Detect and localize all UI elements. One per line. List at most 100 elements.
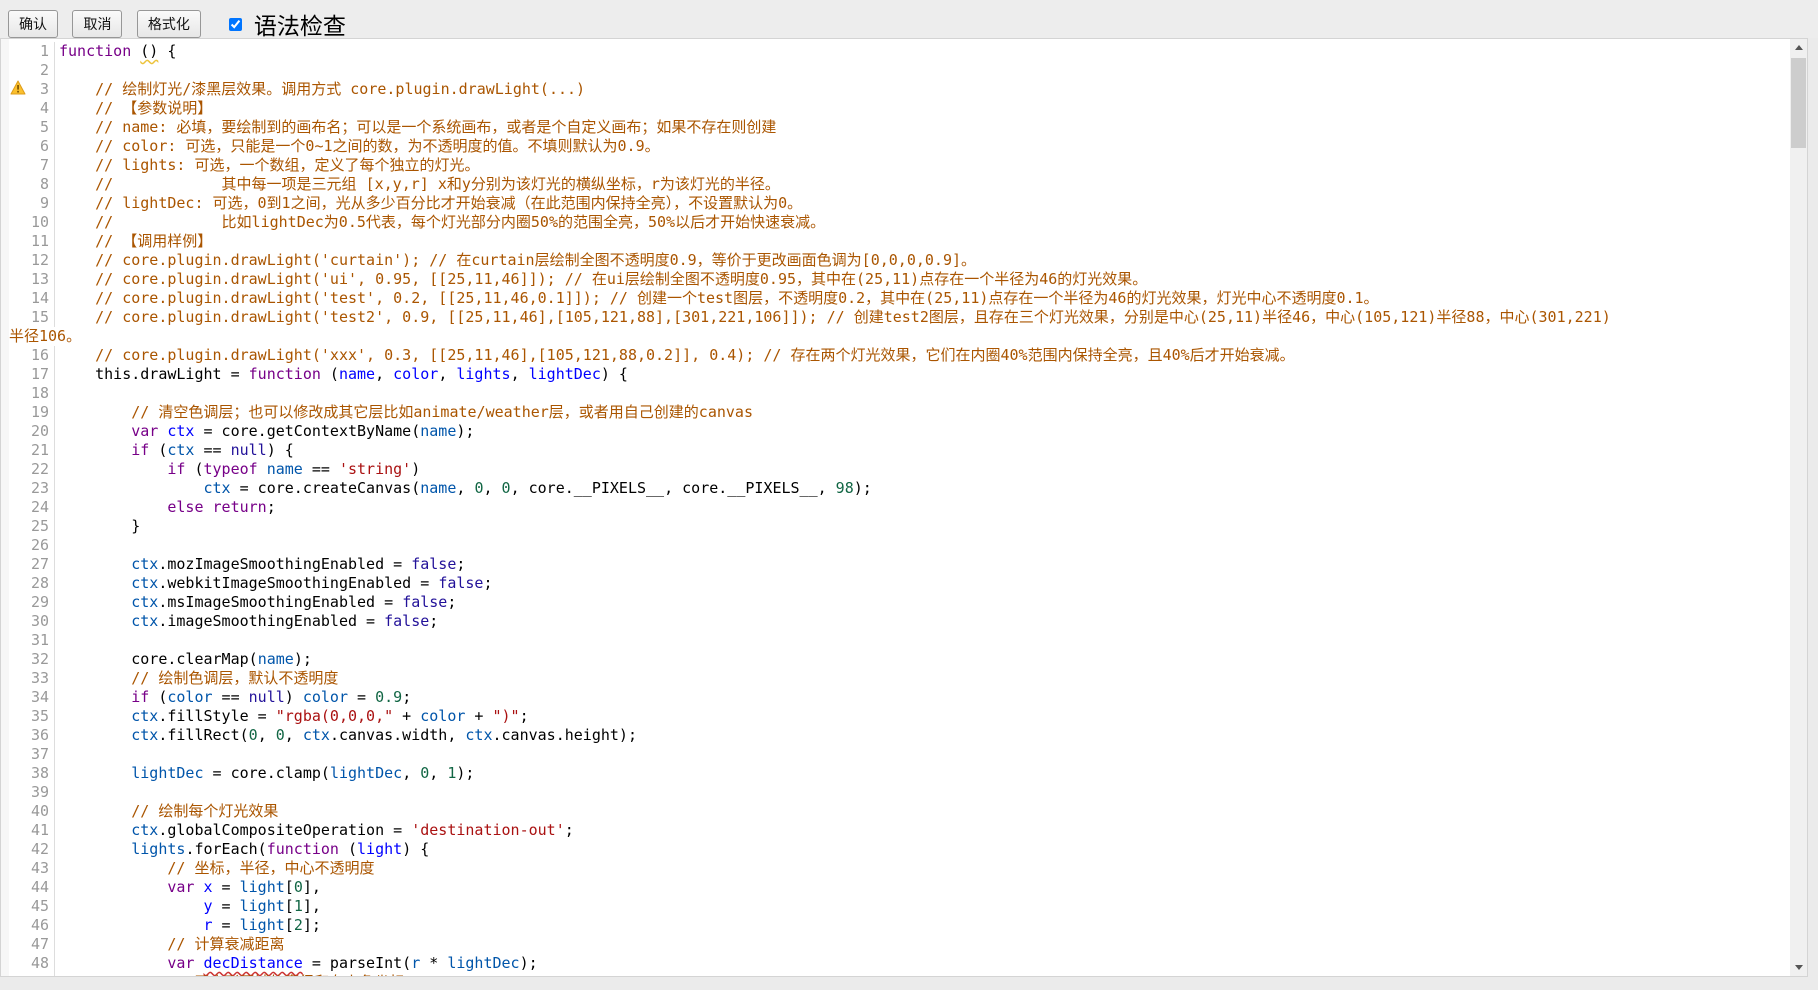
code-text: function () { bbox=[55, 42, 176, 61]
code-text: ctx.globalCompositeOperation = 'destinat… bbox=[55, 821, 574, 840]
code-text: this.drawLight = function (name, color, … bbox=[55, 365, 628, 384]
syntax-check-control: 语法检查 bbox=[229, 7, 345, 41]
code-text bbox=[55, 631, 59, 650]
format-button[interactable]: 格式化 bbox=[137, 10, 201, 38]
cancel-button[interactable]: 取消 bbox=[72, 10, 122, 38]
code-text: y = light[1], bbox=[55, 897, 321, 916]
code-line: 45 y = light[1], bbox=[1, 897, 1790, 916]
code-line: 27 ctx.mozImageSmoothingEnabled = false; bbox=[1, 555, 1790, 574]
code-line: 43 // 坐标，半径，中心不透明度 bbox=[1, 859, 1790, 878]
code-line: 11 // 【调用样例】 bbox=[1, 232, 1790, 251]
code-text: // 【参数说明】 bbox=[55, 99, 212, 118]
line-number: 16 bbox=[1, 346, 55, 365]
line-number: 40 bbox=[1, 802, 55, 821]
line-number: 28 bbox=[1, 574, 55, 593]
code-text: // 绘制色调层，默认不透明度 bbox=[55, 669, 338, 688]
code-line: 15 // core.plugin.drawLight('test2', 0.9… bbox=[1, 308, 1790, 327]
code-line: 26 bbox=[1, 536, 1790, 555]
code-text: 半径106。 bbox=[1, 327, 81, 346]
line-number: 4 bbox=[1, 99, 55, 118]
code-text: ctx = core.createCanvas(name, 0, 0, core… bbox=[55, 479, 872, 498]
code-area[interactable]: 1function () {23 // 绘制灯光/漆黑层效果。调用方式 core… bbox=[1, 39, 1790, 976]
line-number: 36 bbox=[1, 726, 55, 745]
code-line: 49 // 正方形区域的直径和左上角坐标 bbox=[1, 973, 1790, 976]
line-number: 27 bbox=[1, 555, 55, 574]
code-line: 28 ctx.webkitImageSmoothingEnabled = fal… bbox=[1, 574, 1790, 593]
code-line: 46 r = light[2]; bbox=[1, 916, 1790, 935]
code-line: 2 bbox=[1, 61, 1790, 80]
code-line: 5 // name: 必填，要绘制到的画布名；可以是一个系统画布，或者是个自定义… bbox=[1, 118, 1790, 137]
vertical-scrollbar[interactable] bbox=[1790, 39, 1807, 976]
code-text: // 坐标，半径，中心不透明度 bbox=[55, 859, 374, 878]
code-line: 48 var decDistance = parseInt(r * lightD… bbox=[1, 954, 1790, 973]
line-number: 35 bbox=[1, 707, 55, 726]
code-line: 44 var x = light[0], bbox=[1, 878, 1790, 897]
line-number: 39 bbox=[1, 783, 55, 802]
code-line: 33 // 绘制色调层，默认不透明度 bbox=[1, 669, 1790, 688]
line-number: 49 bbox=[1, 973, 55, 976]
code-line: 1function () { bbox=[1, 42, 1790, 61]
line-number: 33 bbox=[1, 669, 55, 688]
code-line: 36 ctx.fillRect(0, 0, ctx.canvas.width, … bbox=[1, 726, 1790, 745]
code-text bbox=[55, 384, 59, 403]
line-number: 21 bbox=[1, 441, 55, 460]
code-line: 47 // 计算衰减距离 bbox=[1, 935, 1790, 954]
scrollbar-thumb[interactable] bbox=[1791, 58, 1806, 148]
line-number: 12 bbox=[1, 251, 55, 270]
code-text: // 【调用样例】 bbox=[55, 232, 212, 251]
code-line: 40 // 绘制每个灯光效果 bbox=[1, 802, 1790, 821]
code-line: 39 bbox=[1, 783, 1790, 802]
code-text: // 计算衰减距离 bbox=[55, 935, 284, 954]
code-text bbox=[55, 536, 59, 555]
code-text: ctx.fillStyle = "rgba(0,0,0," + color + … bbox=[55, 707, 529, 726]
line-number: 22 bbox=[1, 460, 55, 479]
code-text: // 正方形区域的直径和左上角坐标 bbox=[55, 973, 404, 976]
scroll-up-button[interactable] bbox=[1790, 39, 1807, 56]
code-line: 42 lights.forEach(function (light) { bbox=[1, 840, 1790, 859]
line-number: 5 bbox=[1, 118, 55, 137]
code-text: if (ctx == null) { bbox=[55, 441, 294, 460]
code-text: ctx.msImageSmoothingEnabled = false; bbox=[55, 593, 456, 612]
code-text: ctx.fillRect(0, 0, ctx.canvas.width, ctx… bbox=[55, 726, 637, 745]
code-line: 18 bbox=[1, 384, 1790, 403]
code-text: // 绘制每个灯光效果 bbox=[55, 802, 278, 821]
syntax-check-checkbox[interactable] bbox=[229, 18, 242, 31]
line-number: 31 bbox=[1, 631, 55, 650]
code-text: lights.forEach(function (light) { bbox=[55, 840, 429, 859]
code-line: 17 this.drawLight = function (name, colo… bbox=[1, 365, 1790, 384]
code-text bbox=[55, 783, 59, 802]
line-number: 10 bbox=[1, 213, 55, 232]
code-text bbox=[55, 61, 59, 80]
code-text: // 比如lightDec为0.5代表，每个灯光部分内圈50%的范围全亮，50%… bbox=[55, 213, 825, 232]
code-line: 29 ctx.msImageSmoothingEnabled = false; bbox=[1, 593, 1790, 612]
line-number: 37 bbox=[1, 745, 55, 764]
code-text: // core.plugin.drawLight('ui', 0.95, [[2… bbox=[55, 270, 1147, 289]
code-text: var decDistance = parseInt(r * lightDec)… bbox=[55, 954, 538, 973]
code-editor[interactable]: 1function () {23 // 绘制灯光/漆黑层效果。调用方式 core… bbox=[0, 38, 1808, 977]
code-line: 7 // lights: 可选，一个数组，定义了每个独立的灯光。 bbox=[1, 156, 1790, 175]
code-text: // core.plugin.drawLight('curtain'); // … bbox=[55, 251, 976, 270]
code-text: // core.plugin.drawLight('xxx', 0.3, [[2… bbox=[55, 346, 1295, 365]
line-number: 48 bbox=[1, 954, 55, 973]
code-line: 34 if (color == null) color = 0.9; bbox=[1, 688, 1790, 707]
code-text: lightDec = core.clamp(lightDec, 0, 1); bbox=[55, 764, 474, 783]
code-text: // name: 必填，要绘制到的画布名；可以是一个系统画布，或者是个自定义画布… bbox=[55, 118, 776, 137]
code-line: 20 var ctx = core.getContextByName(name)… bbox=[1, 422, 1790, 441]
code-line: 35 ctx.fillStyle = "rgba(0,0,0," + color… bbox=[1, 707, 1790, 726]
code-line: 31 bbox=[1, 631, 1790, 650]
code-text bbox=[55, 745, 59, 764]
code-text: var ctx = core.getContextByName(name); bbox=[55, 422, 474, 441]
code-line: 13 // core.plugin.drawLight('ui', 0.95, … bbox=[1, 270, 1790, 289]
code-line-wrap: 半径106。 bbox=[1, 327, 1790, 346]
line-number: 43 bbox=[1, 859, 55, 878]
line-number: 11 bbox=[1, 232, 55, 251]
code-line: 23 ctx = core.createCanvas(name, 0, 0, c… bbox=[1, 479, 1790, 498]
scroll-down-button[interactable] bbox=[1790, 959, 1807, 976]
line-number: 41 bbox=[1, 821, 55, 840]
syntax-check-label: 语法检查 bbox=[254, 13, 346, 39]
code-line: 30 ctx.imageSmoothingEnabled = false; bbox=[1, 612, 1790, 631]
code-text: // 其中每一项是三元组 [x,y,r] x和y分别为该灯光的横纵坐标，r为该灯… bbox=[55, 175, 780, 194]
line-number: 45 bbox=[1, 897, 55, 916]
line-number: 8 bbox=[1, 175, 55, 194]
confirm-button[interactable]: 确认 bbox=[8, 10, 58, 38]
